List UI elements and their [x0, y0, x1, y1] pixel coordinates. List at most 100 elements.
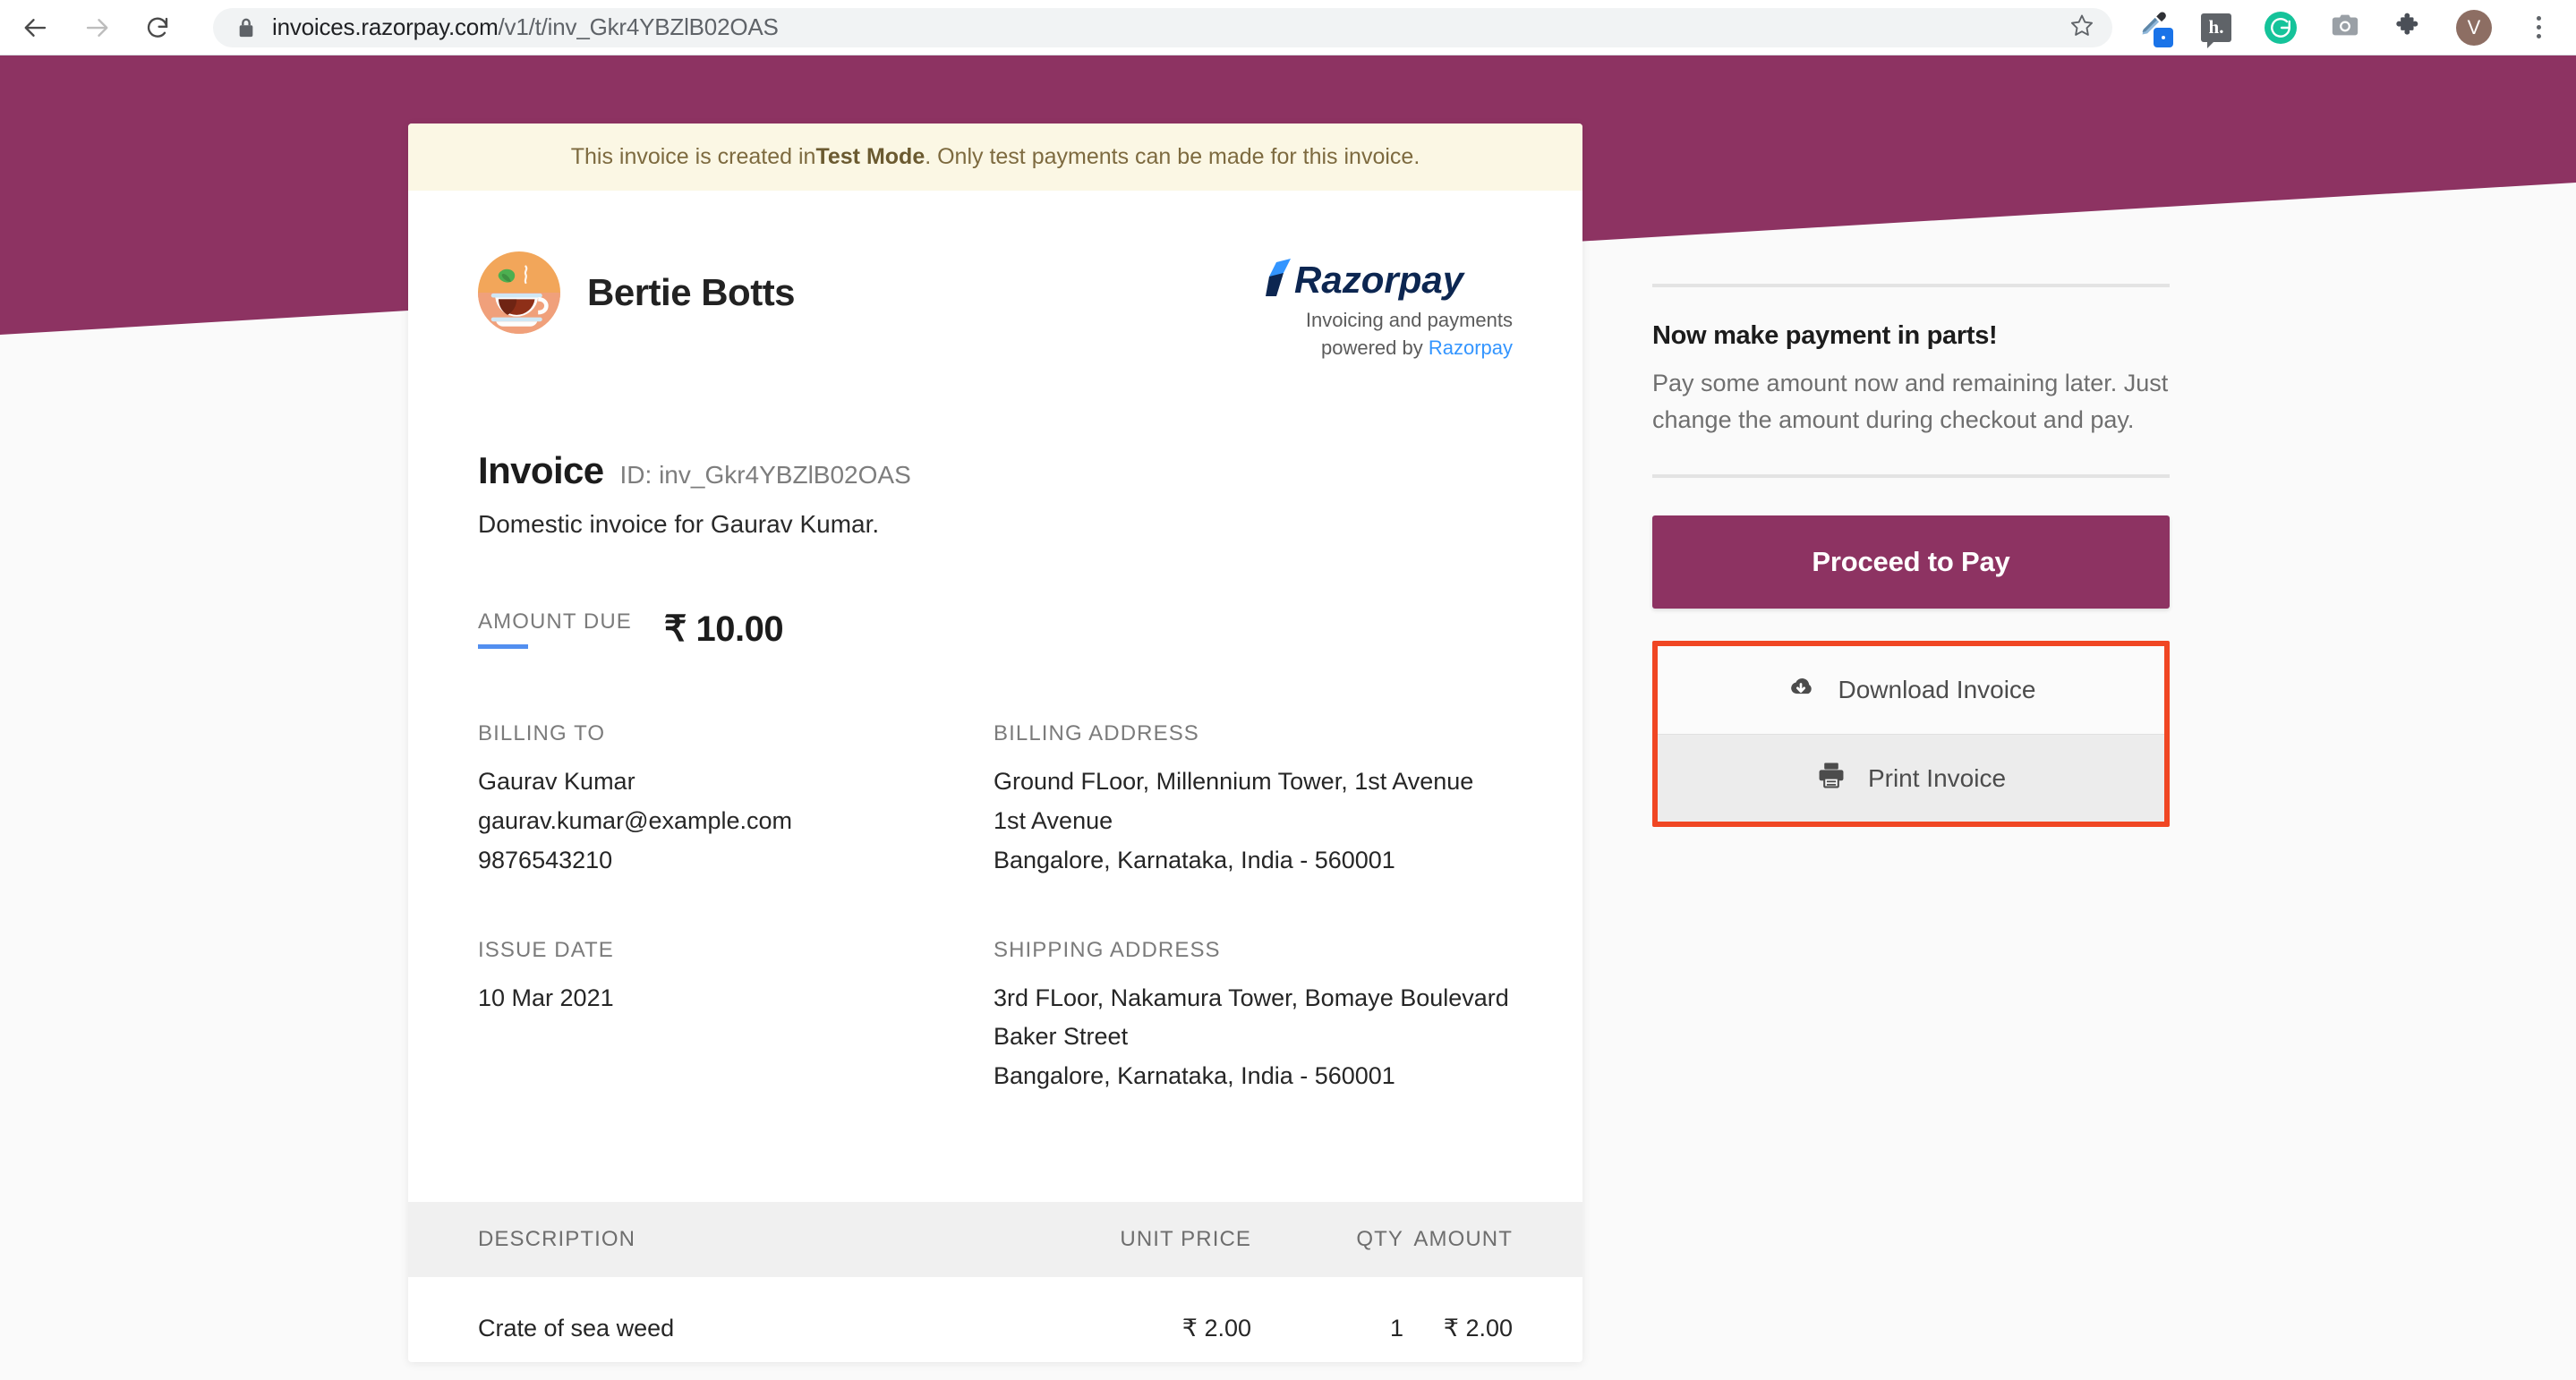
billing-address-label: BILLING ADDRESS [994, 721, 1199, 746]
promo-title: Now make payment in parts! [1652, 321, 1998, 350]
billing-to-name: Gaurav Kumar [478, 768, 635, 796]
razorpay-tagline-line2: powered by Razorpay [1264, 334, 1513, 362]
lock-icon [236, 16, 256, 39]
billing-to-block: BILLING TO Gaurav Kumar gaurav.kumar@exa… [478, 721, 994, 880]
header-unit-price: UNIT PRICE [1045, 1201, 1251, 1277]
invoice-body: Bertie Botts Razorpay Invoicing and paym… [408, 191, 1582, 1202]
powered-by-text: powered by [1320, 336, 1429, 360]
brand-row: Bertie Botts Razorpay Invoicing and paym… [478, 251, 1513, 362]
browser-toolbar: invoices.razorpay.com/v1/t/inv_Gkr4YBZlB… [0, 0, 2576, 55]
url-path: /v1/t/inv_Gkr4YBZlB02OAS [498, 13, 779, 40]
invoice-title-row: Invoice ID: inv_Gkr4YBZlB02OAS [478, 449, 1513, 492]
razorpay-link[interactable]: Razorpay [1429, 336, 1513, 359]
table-spacer [478, 1096, 1513, 1202]
invoice-card: This invoice is created in Test Mode. On… [408, 124, 1582, 1362]
test-mode-banner: This invoice is created in Test Mode. On… [408, 124, 1582, 191]
amount-due-value: ₹ 10.00 [663, 609, 784, 650]
billing-to-phone: 9876543210 [478, 846, 613, 873]
billing-address-line1: Ground FLoor, Millennium Tower, 1st Aven… [994, 768, 1474, 796]
razorpay-branding: Razorpay Invoicing and payments powered … [1264, 251, 1513, 362]
test-mode-strong: Test Mode [815, 144, 925, 169]
table-row: Crate of sea weed ₹ 2.00 1 ₹ 2.00 [408, 1277, 1582, 1362]
print-invoice-label: Print Invoice [1867, 763, 2007, 792]
billing-to-value: Gaurav Kumar gaurav.kumar@example.com 98… [478, 762, 994, 880]
side-divider-bottom [1652, 474, 2170, 479]
hypothesis-extension-button[interactable]: h. [2196, 8, 2236, 48]
extensions-menu-button[interactable] [2390, 8, 2429, 47]
svg-text:Razorpay: Razorpay [1294, 259, 1466, 301]
payment-side-panel: Now make payment in parts! Pay some amou… [1652, 284, 2170, 828]
eyedropper-badge [2154, 27, 2173, 47]
promo-text: Pay some amount now and remaining later.… [1652, 370, 2169, 434]
back-button[interactable] [13, 4, 59, 51]
page-title: Invoice [478, 449, 604, 492]
billing-to-email: gaurav.kumar@example.com [478, 807, 793, 835]
grammarly-icon [2265, 11, 2297, 44]
tea-cup-logo-icon [478, 251, 560, 334]
download-invoice-button[interactable]: Download Invoice [1658, 646, 2164, 735]
test-mode-text-post: . Only test payments can be made for thi… [925, 144, 1420, 169]
billing-address-block: BILLING ADDRESS Ground FLoor, Millennium… [994, 721, 1513, 880]
header-amount: AMOUNT [1403, 1201, 1582, 1277]
invoice-description: Domestic invoice for Gaurav Kumar. [478, 510, 880, 539]
cell-qty: 1 [1389, 1314, 1403, 1342]
forward-button[interactable] [73, 4, 120, 51]
merchant-name: Bertie Botts [587, 271, 796, 313]
hypothesis-icon: h. [2201, 13, 2231, 48]
amount-due-label-wrap: AMOUNT DUE [478, 609, 632, 650]
address-bar[interactable]: invoices.razorpay.com/v1/t/inv_Gkr4YBZlB… [213, 7, 2112, 47]
three-dot-menu-icon [2536, 16, 2541, 38]
shipping-address-block: SHIPPING ADDRESS 3rd FLoor, Nakamura Tow… [994, 938, 1513, 1096]
reload-button[interactable] [134, 4, 181, 51]
shipping-address-line1: 3rd FLoor, Nakamura Tower, Bomaye Boulev… [994, 984, 1509, 1011]
proceed-to-pay-button[interactable]: Proceed to Pay [1652, 515, 2170, 609]
shipping-address-line2: Baker Street [994, 1023, 1129, 1051]
extension-toolbar: h. V [2132, 8, 2576, 48]
forward-arrow-icon [83, 14, 110, 41]
amount-due-underline [478, 644, 528, 650]
grammarly-extension-button[interactable] [2261, 8, 2300, 47]
billing-to-label: BILLING TO [478, 721, 606, 746]
shipping-address-line3: Bangalore, Karnataka, India - 560001 [994, 1062, 1395, 1090]
issue-date-label: ISSUE DATE [478, 937, 614, 962]
eyedropper-extension-button[interactable] [2132, 8, 2173, 47]
download-invoice-label: Download Invoice [1838, 676, 2036, 704]
url-host: invoices.razorpay.com [272, 13, 499, 40]
extensions-puzzle-icon [2395, 11, 2424, 44]
browser-menu-button[interactable] [2519, 8, 2558, 47]
promo-block: Now make payment in parts! Pay some amou… [1652, 287, 2170, 474]
line-items-header: DESCRIPTION UNIT PRICE QTY AMOUNT [408, 1201, 1582, 1277]
print-invoice-button[interactable]: Print Invoice [1658, 734, 2164, 822]
avatar: V [2456, 9, 2492, 46]
line-items-table: DESCRIPTION UNIT PRICE QTY AMOUNT Crate … [408, 1201, 1582, 1362]
line-items-body: Crate of sea weed ₹ 2.00 1 ₹ 2.00 [408, 1277, 1582, 1362]
page-content: This invoice is created in Test Mode. On… [0, 55, 2576, 1380]
url-text: invoices.razorpay.com/v1/t/inv_Gkr4YBZlB… [272, 13, 779, 41]
merchant-brand: Bertie Botts [478, 251, 796, 334]
billing-address-line2: 1st Avenue [994, 807, 1113, 835]
table-header-row: DESCRIPTION UNIT PRICE QTY AMOUNT [408, 1201, 1582, 1277]
shipping-address-label: SHIPPING ADDRESS [994, 937, 1221, 962]
issue-date-block: ISSUE DATE 10 Mar 2021 [478, 938, 994, 1096]
amount-due-label: AMOUNT DUE [478, 609, 632, 635]
cell-unit-price: ₹ 2.00 [1181, 1314, 1251, 1342]
header-qty: QTY [1251, 1201, 1403, 1277]
invoice-details-grid: BILLING TO Gaurav Kumar gaurav.kumar@exa… [478, 721, 1513, 1095]
issue-date-value: 10 Mar 2021 [478, 984, 614, 1011]
bookmark-button[interactable] [2064, 10, 2100, 46]
billing-address-value: Ground FLoor, Millennium Tower, 1st Aven… [994, 762, 1513, 880]
invoice-id: ID: inv_Gkr4YBZlB02OAS [619, 461, 911, 490]
cell-description: Crate of sea weed [478, 1314, 675, 1342]
screenshot-extension-button[interactable] [2325, 8, 2365, 47]
amount-due-row: AMOUNT DUE ₹ 10.00 [478, 609, 1513, 650]
document-actions-group: Download Invoice Print Invoice [1652, 641, 2170, 828]
screenshot-camera-icon [2330, 10, 2360, 45]
cloud-download-icon [1786, 672, 1816, 709]
profile-button[interactable]: V [2454, 8, 2494, 47]
razorpay-tagline-line1: Invoicing and payments [1305, 309, 1513, 331]
shipping-address-value: 3rd FLoor, Nakamura Tower, Bomaye Boulev… [994, 979, 1513, 1096]
printer-icon [1816, 760, 1847, 796]
razorpay-logo-icon: Razorpay [1264, 259, 1513, 305]
bookmark-star-icon [2069, 13, 2094, 42]
test-mode-text-pre: This invoice is created in [570, 144, 816, 169]
